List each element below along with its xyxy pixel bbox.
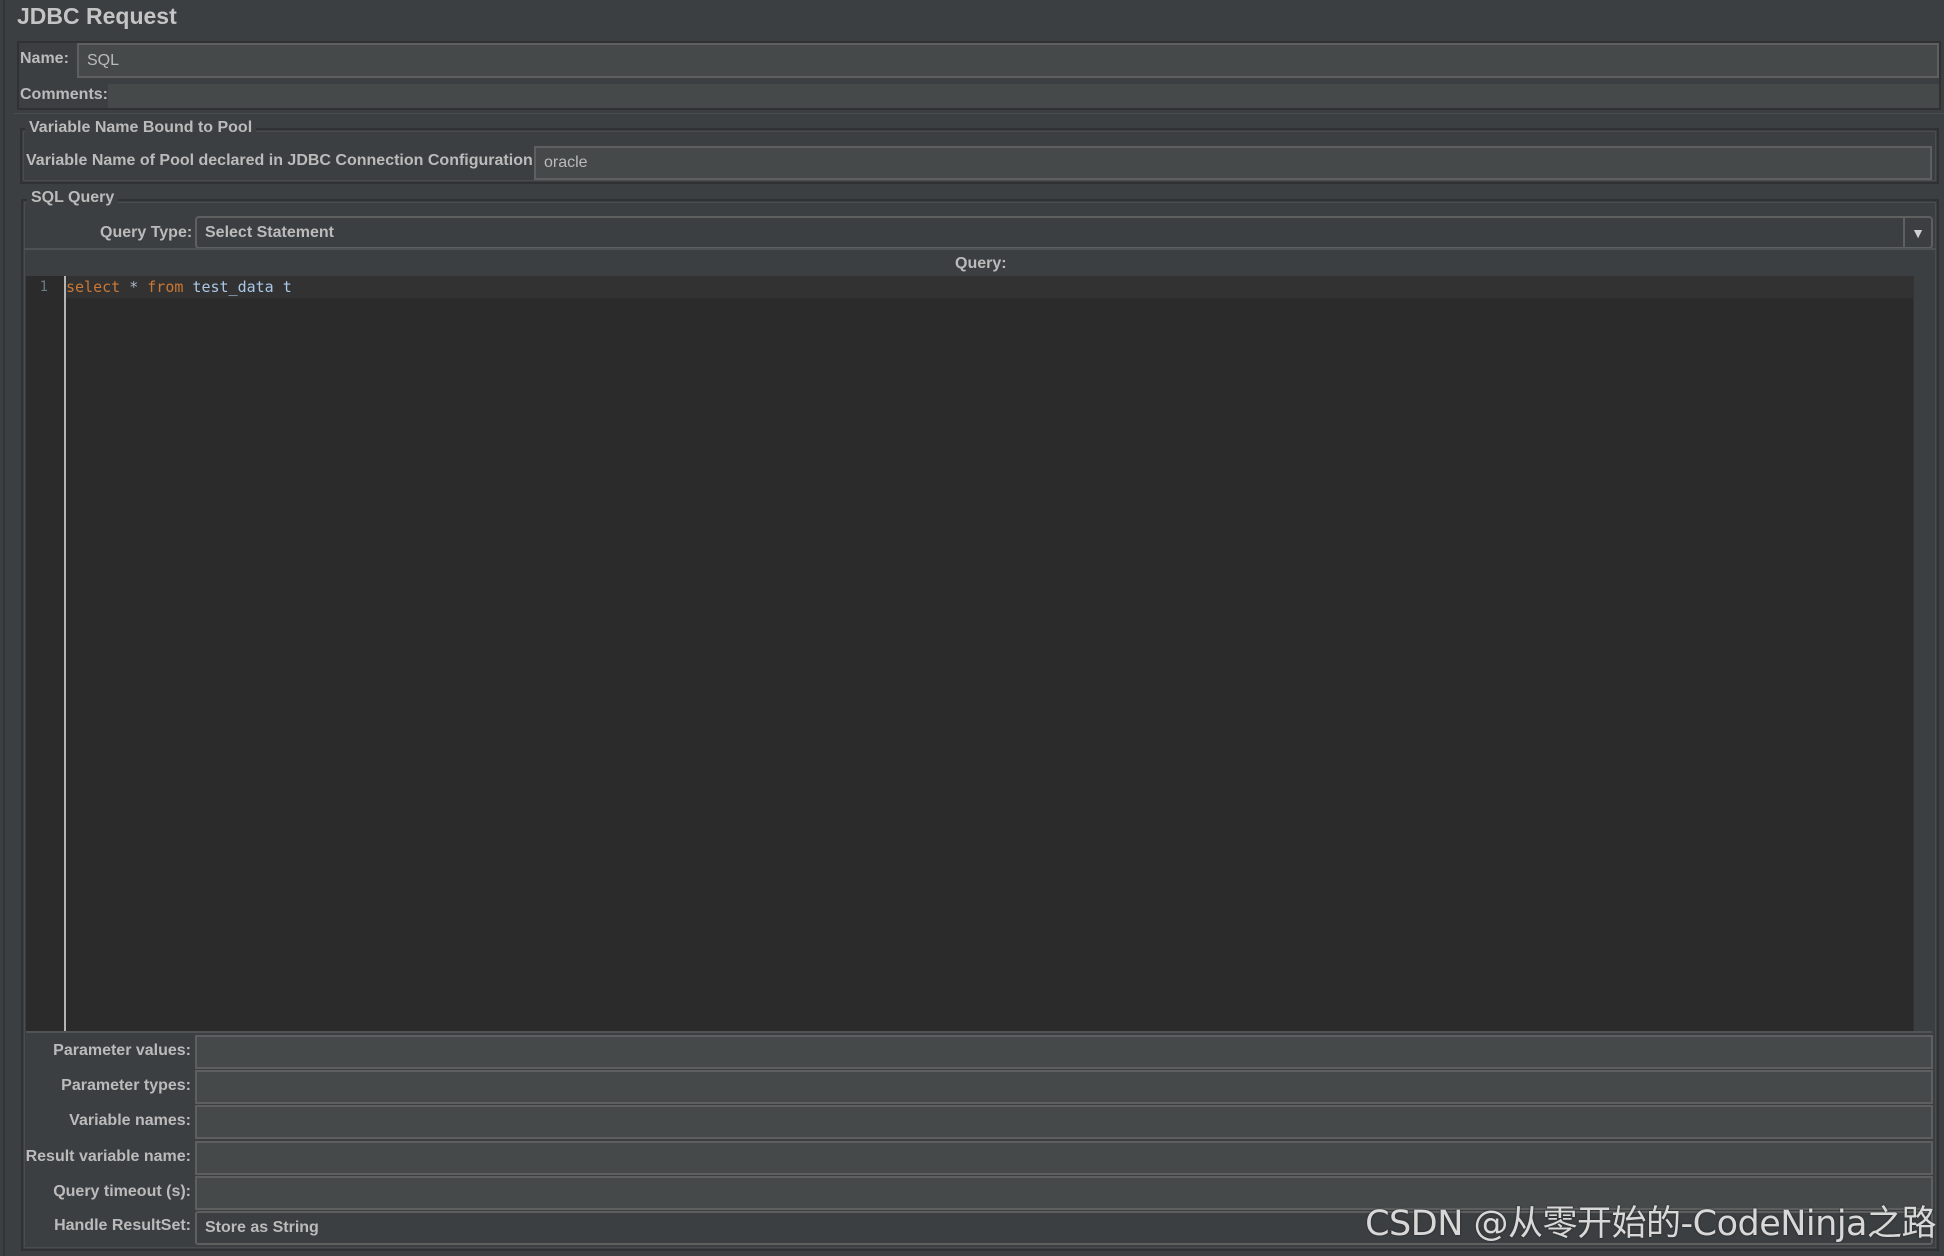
- code-line[interactable]: select * from test_data t: [66, 278, 292, 296]
- query-editor[interactable]: 1 select * from test_data t: [26, 276, 1913, 1031]
- param-label: Result variable name:: [25, 1147, 191, 1165]
- param-input[interactable]: [195, 1035, 1933, 1069]
- name-label: Name:: [20, 50, 69, 67]
- separator: [26, 1031, 1932, 1033]
- param-input[interactable]: [195, 1070, 1933, 1105]
- name-input[interactable]: SQL: [77, 43, 1939, 78]
- comments-input[interactable]: [108, 84, 1939, 108]
- param-label: Query timeout (s):: [53, 1182, 191, 1200]
- dropdown-arrow-icon[interactable]: ▼: [1903, 218, 1931, 247]
- param-input[interactable]: [195, 1140, 1933, 1175]
- query-type-value: Select Statement: [205, 223, 334, 241]
- line-number-gutter: 1: [26, 276, 66, 1031]
- code-token-keyword: select: [66, 278, 121, 296]
- handle-resultset-label: Handle ResultSet:: [54, 1217, 191, 1234]
- left-divider: [3, 0, 5, 1256]
- panel-title: JDBC Request: [17, 3, 177, 29]
- watermark: CSDN @从零开始的-CodeNinja之路: [1365, 1204, 1936, 1244]
- separator: [14, 113, 1944, 114]
- code-token-keyword: from: [147, 278, 184, 296]
- line-number: 1: [39, 279, 48, 295]
- pool-group-legend: Variable Name Bound to Pool: [25, 119, 257, 137]
- pool-variable-value: oracle: [544, 154, 588, 171]
- param-label: Variable names:: [69, 1112, 191, 1130]
- separator: [24, 248, 1936, 250]
- code-token-identifier: test_data t: [183, 278, 292, 296]
- code-token-operator: *: [120, 278, 148, 296]
- pool-variable-input[interactable]: oracle: [534, 146, 1932, 180]
- sql-query-legend: SQL Query: [27, 189, 119, 207]
- query-type-select[interactable]: Select Statement ▼: [195, 216, 1933, 249]
- pool-variable-label: Variable Name of Pool declared in JDBC C…: [26, 152, 539, 169]
- param-label: Parameter types:: [61, 1077, 191, 1095]
- query-label: Query:: [955, 255, 1007, 272]
- editor-vertical-scrollbar[interactable]: [1913, 276, 1933, 1031]
- param-label: Parameter values:: [53, 1042, 191, 1059]
- name-value: SQL: [87, 51, 120, 69]
- comments-label: Comments:: [20, 86, 109, 103]
- current-line-highlight: [66, 276, 1913, 298]
- param-input[interactable]: [195, 1105, 1933, 1140]
- query-type-label: Query Type:: [100, 224, 193, 241]
